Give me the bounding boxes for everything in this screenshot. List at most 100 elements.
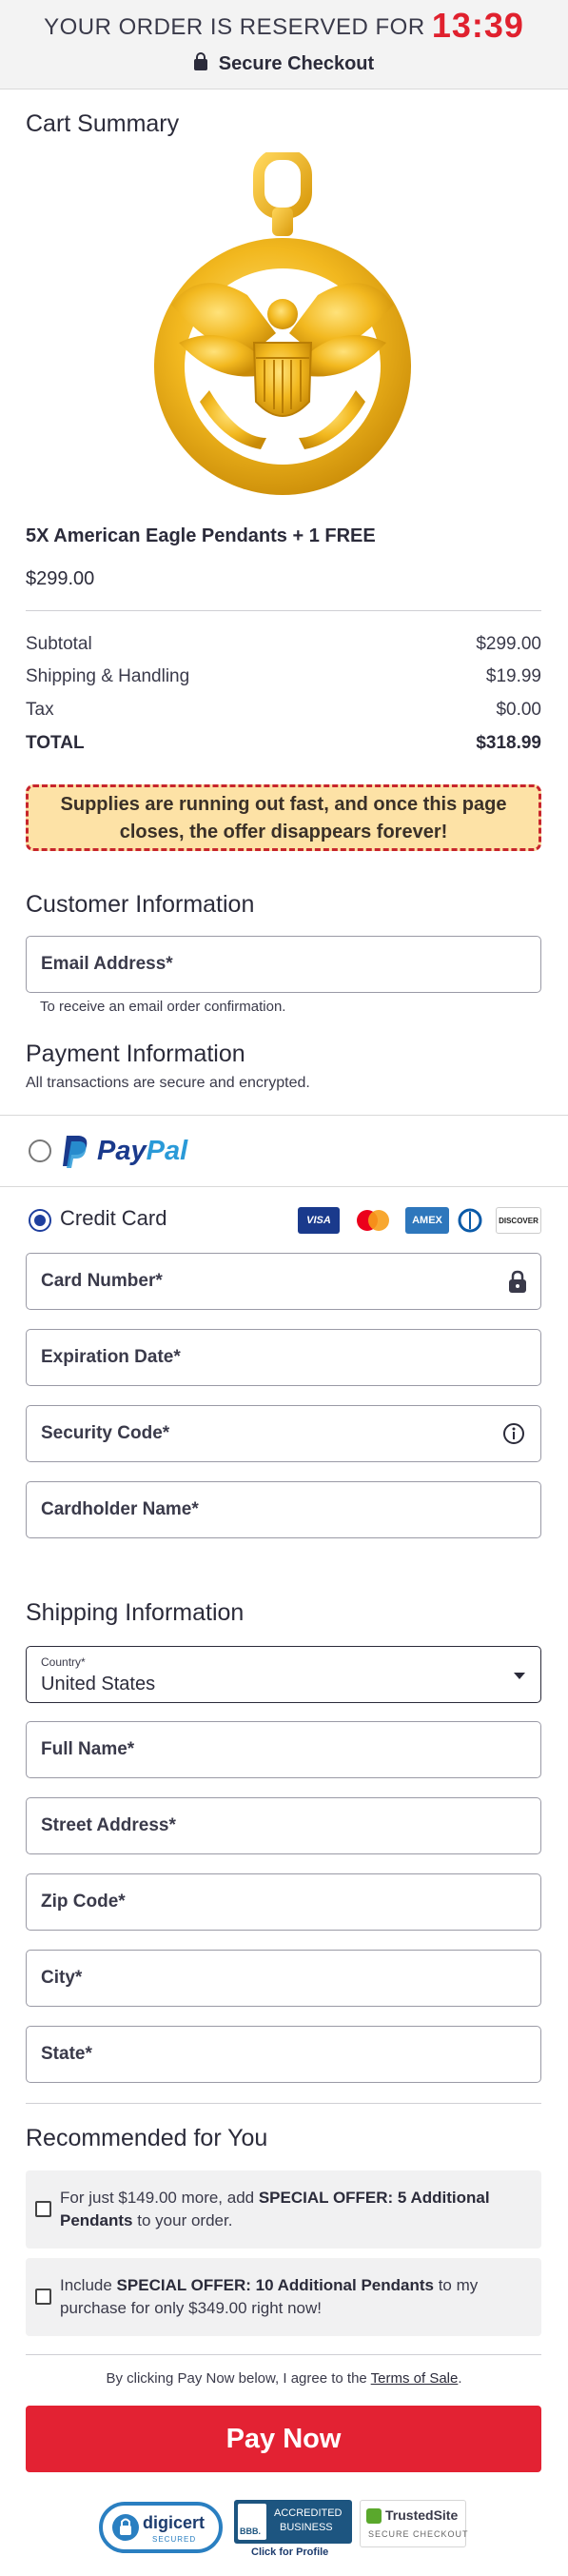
bbb-mark: BBB. bbox=[240, 2526, 261, 2536]
offer-10-checkbox[interactable] bbox=[35, 2289, 51, 2305]
terms-of-sale-link[interactable]: Terms of Sale bbox=[371, 2370, 459, 2387]
pay-now-button[interactable]: Pay Now bbox=[26, 2406, 541, 2472]
card-number-label: Card Number* bbox=[41, 1271, 163, 1291]
offer-5-text: For just $149.00 more, add SPECIAL OFFER… bbox=[60, 2187, 526, 2232]
paypal-pay-text: Pay bbox=[97, 1135, 147, 1166]
subtotal-value: $299.00 bbox=[476, 634, 541, 654]
eagle-pendant-image bbox=[154, 152, 411, 495]
cardholder-name-field[interactable]: Cardholder Name* bbox=[26, 1481, 541, 1538]
trustedsite-sub: SECURE CHECKOUT bbox=[368, 2529, 469, 2539]
scarcity-alert: Supplies are running out fast, and once … bbox=[26, 784, 541, 851]
total-value: $318.99 bbox=[476, 733, 541, 753]
amex-icon: AMEX bbox=[405, 1207, 449, 1234]
divider bbox=[0, 1186, 568, 1187]
recommended-title: Recommended for You bbox=[26, 2125, 268, 2151]
offer-10-pendants[interactable]: Include SPECIAL OFFER: 10 Additional Pen… bbox=[26, 2258, 541, 2336]
visa-icon: VISA bbox=[298, 1207, 340, 1234]
paypal-pal-text: Pal bbox=[146, 1135, 188, 1166]
offer-5-pendants[interactable]: For just $149.00 more, add SPECIAL OFFER… bbox=[26, 2170, 541, 2249]
bbb-badge[interactable]: BBB. ACCREDITED BUSINESS Click for Profi… bbox=[234, 2500, 352, 2561]
offer-5-checkbox[interactable] bbox=[35, 2201, 51, 2217]
chevron-down-icon bbox=[514, 1673, 525, 1679]
zip-code-field[interactable]: Zip Code* bbox=[26, 1873, 541, 1931]
total-row: TOTAL $318.99 bbox=[26, 733, 541, 754]
customer-info-title: Customer Information bbox=[26, 891, 255, 918]
digicert-badge[interactable]: digicert SECURED bbox=[99, 2502, 223, 2555]
trustedsite-label: TrustedSite bbox=[385, 2507, 459, 2523]
shipping-value: $19.99 bbox=[485, 666, 541, 686]
secure-checkout-label: Secure Checkout bbox=[218, 53, 375, 74]
paypal-wordmark: PayPal bbox=[97, 1136, 187, 1167]
full-name-label: Full Name* bbox=[41, 1739, 135, 1759]
divider bbox=[26, 2103, 541, 2104]
security-code-label: Security Code* bbox=[41, 1423, 170, 1443]
product-price: $299.00 bbox=[26, 568, 95, 589]
shipping-label: Shipping & Handling bbox=[26, 666, 190, 686]
product-name: 5X American Eagle Pendants + 1 FREE bbox=[26, 525, 376, 546]
terms-pre: By clicking Pay Now below, I agree to th… bbox=[106, 2370, 371, 2387]
email-field[interactable]: Email Address* bbox=[26, 936, 541, 993]
divider bbox=[26, 2354, 541, 2355]
reserved-label: YOUR ORDER IS RESERVED FOR bbox=[44, 14, 425, 40]
offer-5-pre: For just $149.00 more, add bbox=[60, 2189, 259, 2207]
email-note: To receive an email order confirmation. bbox=[40, 999, 286, 1015]
terms-post: . bbox=[458, 2370, 462, 2387]
country-label: Country* bbox=[41, 1655, 86, 1669]
bbb-line1: ACCREDITED bbox=[274, 2507, 343, 2519]
divider bbox=[0, 1115, 568, 1116]
lock-icon bbox=[508, 1270, 527, 1298]
credit-card-radio[interactable] bbox=[29, 1209, 51, 1232]
full-name-field[interactable]: Full Name* bbox=[26, 1721, 541, 1778]
bbb-click-profile: Click for Profile bbox=[251, 2546, 329, 2558]
paypal-radio[interactable] bbox=[29, 1139, 51, 1162]
offer-10-bold: SPECIAL OFFER: 10 Additional Pendants bbox=[116, 2276, 434, 2294]
cardholder-name-label: Cardholder Name* bbox=[41, 1499, 199, 1519]
state-field[interactable]: State* bbox=[26, 2026, 541, 2083]
expiration-date-field[interactable]: Expiration Date* bbox=[26, 1329, 541, 1386]
country-select[interactable]: Country* United States bbox=[26, 1646, 541, 1703]
paypal-icon bbox=[63, 1136, 88, 1168]
paypal-logo[interactable]: PayPal bbox=[61, 1132, 187, 1170]
offer-10-pre: Include bbox=[60, 2276, 117, 2294]
payment-subtitle: All transactions are secure and encrypte… bbox=[26, 1075, 310, 1091]
discover-icon: DISCOVER bbox=[496, 1207, 541, 1234]
info-icon[interactable] bbox=[502, 1422, 525, 1450]
total-label: TOTAL bbox=[26, 733, 85, 753]
digicert-label: digicert bbox=[143, 2513, 206, 2532]
subtotal-label: Subtotal bbox=[26, 634, 92, 654]
reservation-text: YOUR ORDER IS RESERVED FOR 13:39 bbox=[0, 6, 568, 46]
reservation-header: YOUR ORDER IS RESERVED FOR 13:39 Secure … bbox=[0, 0, 568, 89]
countdown-timer: 13:39 bbox=[431, 6, 524, 45]
offer-5-post: to your order. bbox=[132, 2211, 233, 2229]
street-address-label: Street Address* bbox=[41, 1815, 176, 1835]
terms-text: By clicking Pay Now below, I agree to th… bbox=[0, 2370, 568, 2387]
subtotal-row: Subtotal $299.00 bbox=[26, 634, 541, 655]
city-field[interactable]: City* bbox=[26, 1950, 541, 2007]
zip-code-label: Zip Code* bbox=[41, 1892, 126, 1912]
divider bbox=[26, 610, 541, 611]
country-value: United States bbox=[41, 1674, 156, 1694]
shipping-info-title: Shipping Information bbox=[26, 1599, 245, 1626]
street-address-field[interactable]: Street Address* bbox=[26, 1797, 541, 1854]
lock-icon bbox=[193, 52, 207, 70]
credit-card-label: Credit Card bbox=[60, 1206, 167, 1230]
offer-10-text: Include SPECIAL OFFER: 10 Additional Pen… bbox=[60, 2274, 526, 2320]
cart-summary-title: Cart Summary bbox=[26, 110, 180, 137]
bbb-line2: BUSINESS bbox=[280, 2522, 333, 2533]
tax-value: $0.00 bbox=[496, 700, 541, 720]
city-label: City* bbox=[41, 1968, 83, 1988]
payment-info-title: Payment Information bbox=[26, 1040, 245, 1067]
shipping-row: Shipping & Handling $19.99 bbox=[26, 666, 541, 687]
secure-checkout: Secure Checkout bbox=[0, 52, 568, 75]
tax-row: Tax $0.00 bbox=[26, 700, 541, 721]
card-number-field[interactable]: Card Number* bbox=[26, 1253, 541, 1310]
security-code-field[interactable]: Security Code* bbox=[26, 1405, 541, 1462]
expiration-date-label: Expiration Date* bbox=[41, 1347, 181, 1367]
diners-icon bbox=[456, 1207, 484, 1234]
email-field-label: Email Address* bbox=[41, 954, 173, 974]
digicert-sub: SECURED bbox=[152, 2535, 197, 2544]
checkmark-icon bbox=[366, 2508, 382, 2524]
trustedsite-badge[interactable]: TrustedSite SECURE CHECKOUT bbox=[360, 2500, 469, 2547]
tax-label: Tax bbox=[26, 700, 54, 720]
state-label: State* bbox=[41, 2044, 92, 2064]
